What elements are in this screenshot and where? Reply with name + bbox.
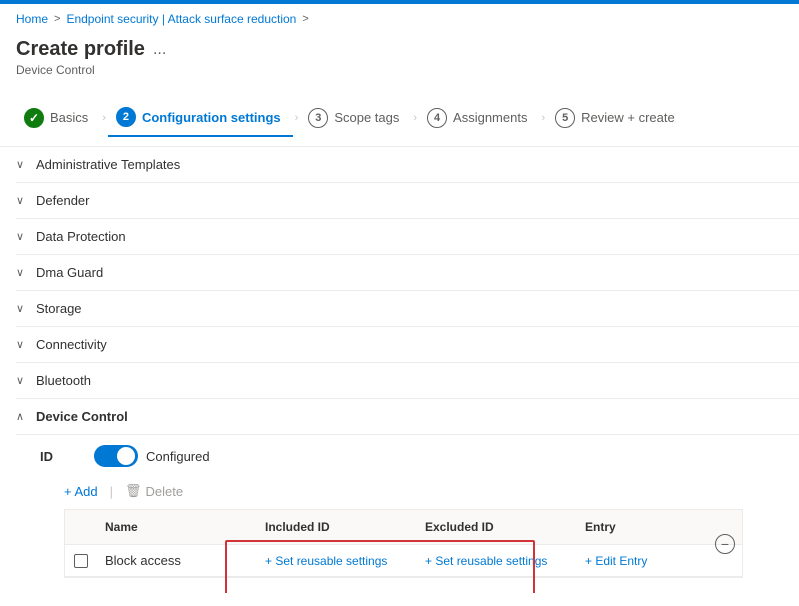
section-label: Data Protection [36,229,126,244]
section-dma-guard[interactable]: ∨ Dma Guard [16,255,799,291]
chevron-icon: ∨ [16,338,28,351]
section-bluetooth[interactable]: ∨ Bluetooth [16,363,799,399]
section-label: Device Control [36,409,128,424]
delete-label: Delete [146,484,184,499]
delete-button[interactable]: 🗑 Delete [125,483,183,499]
edit-entry-button[interactable]: + Edit Entry [585,554,647,568]
section-label: Storage [36,301,82,316]
section-defender[interactable]: ∨ Defender [16,183,799,219]
step-sep-4: › [541,112,545,124]
breadcrumb-sep-1: > [54,13,60,25]
id-label: ID [40,449,70,464]
chevron-icon: ∨ [16,194,28,207]
step-scope-label: Scope tags [334,110,399,125]
step-config-circle: 2 [116,107,136,127]
step-config[interactable]: 2 Configuration settings [108,99,293,137]
step-scope[interactable]: 3 Scope tags [300,100,411,136]
col-entry: Entry [577,516,742,538]
page-header: Create profile ... Device Control [0,34,799,89]
table-header: Name Included ID Excluded ID Entry [65,510,742,545]
chevron-icon: ∨ [16,158,28,171]
add-button[interactable]: + Add [64,484,98,499]
table-wrapper: Name Included ID Excluded ID Entry Block… [40,509,743,578]
step-review-label: Review + create [581,110,675,125]
col-name: Name [97,516,257,538]
step-review[interactable]: 5 Review + create [547,100,687,136]
step-scope-circle: 3 [308,108,328,128]
wizard-steps: ✓ Basics › 2 Configuration settings › 3 … [0,89,799,147]
section-label: Administrative Templates [36,157,180,172]
row-included-id-cell: + Set reusable settings [257,546,417,576]
step-assignments-label: Assignments [453,110,527,125]
row-checkbox-cell [65,546,97,576]
step-sep-3: › [413,112,417,124]
device-control-section: ID Configured + Add | 🗑 Delete [16,435,799,592]
col-excluded-id: Excluded ID [417,516,577,538]
page-title: Create profile [16,38,145,61]
step-basics-label: Basics [50,110,88,125]
row-checkbox[interactable] [74,554,88,568]
chevron-icon: ∨ [16,230,28,243]
action-bar: + Add | 🗑 Delete [40,477,783,505]
step-basics[interactable]: ✓ Basics [16,100,100,136]
step-config-label: Configuration settings [142,110,281,125]
section-label: Connectivity [36,337,107,352]
device-control-table: Name Included ID Excluded ID Entry Block… [64,509,743,578]
chevron-icon: ∨ [16,374,28,387]
set-excluded-reusable-button[interactable]: + Set reusable settings [425,554,547,568]
section-admin-templates[interactable]: ∨ Administrative Templates [16,147,799,183]
content-area: ∨ Administrative Templates ∨ Defender ∨ … [0,147,799,593]
collapse-button[interactable]: − [715,534,735,554]
toggle-container: Configured [94,445,210,467]
section-device-control[interactable]: ∧ Device Control [16,399,799,435]
chevron-icon: ∨ [16,302,28,315]
delete-icon: 🗑 [125,483,142,499]
breadcrumb-sep-2: > [302,13,308,25]
chevron-icon: ∨ [16,266,28,279]
col-checkbox [65,516,97,538]
breadcrumb-home[interactable]: Home [16,12,48,26]
toggle-text: Configured [146,449,210,464]
toggle-knob [117,447,135,465]
set-included-reusable-button[interactable]: + Set reusable settings [265,554,387,568]
step-basics-circle: ✓ [24,108,44,128]
more-options-button[interactable]: ... [153,41,166,59]
col-included-id: Included ID [257,516,417,538]
section-connectivity[interactable]: ∨ Connectivity [16,327,799,363]
step-sep-2: › [295,112,299,124]
section-data-protection[interactable]: ∨ Data Protection [16,219,799,255]
table-row: Block access + Set reusable settings + S… [65,545,742,577]
action-separator: | [110,484,113,499]
chevron-up-icon: ∧ [16,410,28,423]
page-subtitle: Device Control [16,63,783,77]
row-excluded-id-cell: + Set reusable settings [417,546,577,576]
section-label: Dma Guard [36,265,103,280]
step-review-circle: 5 [555,108,575,128]
section-label: Bluetooth [36,373,91,388]
breadcrumb-endpoint[interactable]: Endpoint security | Attack surface reduc… [66,12,296,26]
section-label: Defender [36,193,89,208]
breadcrumb: Home > Endpoint security | Attack surfac… [0,4,799,34]
row-name-cell: Block access [97,545,257,576]
step-assignments-circle: 4 [427,108,447,128]
step-assignments[interactable]: 4 Assignments [419,100,539,136]
step-sep-1: › [102,112,106,124]
configured-toggle[interactable] [94,445,138,467]
section-storage[interactable]: ∨ Storage [16,291,799,327]
